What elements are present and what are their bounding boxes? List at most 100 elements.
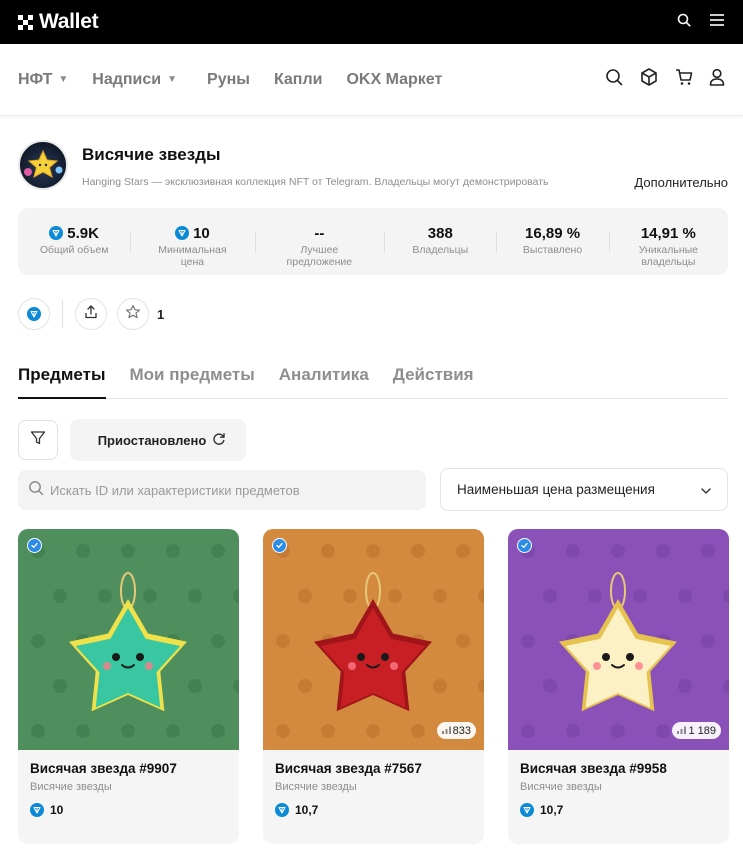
refresh-icon — [212, 432, 226, 449]
filter-icon — [30, 430, 46, 451]
nav-item-drops[interactable]: Капли — [274, 71, 323, 89]
tab-items[interactable]: Предметы — [18, 355, 106, 399]
wallet-brand[interactable]: Wallet — [18, 10, 99, 34]
item-card[interactable]: 833 Висячая звезда #7567 Висячие звезды … — [263, 529, 484, 844]
collection-avatar — [18, 140, 68, 190]
signal-bars-icon — [677, 725, 687, 737]
nav-item-okx-market[interactable]: OKX Маркет — [346, 71, 442, 89]
tab-analytics[interactable]: Аналитика — [279, 355, 369, 398]
item-collection: Висячие звезды — [30, 781, 112, 793]
ton-link-button[interactable] — [18, 298, 50, 330]
star-icon — [125, 304, 141, 325]
nav-item-inscriptions[interactable]: Надписи ▼ — [92, 71, 177, 89]
more-link[interactable]: Дополнительно — [634, 175, 728, 190]
sort-select[interactable]: Наименьшая цена размещения — [440, 468, 728, 511]
stat-owners: 388 Владельцы — [384, 224, 496, 256]
stat-label: Владельцы — [412, 244, 469, 256]
stat-label: Уникальные владельцы — [638, 244, 699, 268]
item-title: Висячая звезда #9958 — [520, 761, 667, 776]
caret-down-icon: ▼ — [167, 74, 178, 85]
rarity-badge: 833 — [436, 722, 476, 739]
chevron-down-icon — [701, 482, 711, 497]
cube-icon[interactable] — [639, 67, 659, 92]
item-card[interactable]: Висячая звезда #9907 Висячие звезды 10 — [18, 529, 239, 844]
item-image — [18, 529, 239, 750]
share-button[interactable] — [75, 298, 107, 330]
stat-value: 388 — [427, 224, 453, 242]
favorite-button[interactable] — [117, 298, 149, 330]
nav-label: OKX Маркет — [346, 70, 443, 88]
item-title: Висячая звезда #9907 — [30, 761, 177, 776]
search-icon[interactable] — [605, 68, 623, 91]
rarity-value: 833 — [452, 724, 471, 737]
rarity-badge: 1 189 — [672, 722, 721, 739]
nav-label: НФТ — [18, 70, 53, 88]
item-image — [508, 529, 729, 750]
verified-icon — [272, 538, 287, 553]
stat-value: -- — [314, 224, 325, 242]
favorite-count: 1 — [157, 306, 165, 322]
tab-activity[interactable]: Действия — [393, 355, 474, 398]
filter-button[interactable] — [18, 420, 58, 460]
menu-icon[interactable] — [709, 13, 725, 32]
divider — [62, 300, 63, 328]
stat-label: Общий объем — [39, 244, 109, 256]
item-collection: Висячие звезды — [275, 781, 357, 793]
verified-icon — [27, 538, 42, 553]
search-input[interactable] — [50, 482, 416, 498]
nav-label: Капли — [273, 70, 323, 88]
sort-label: Наименьшая цена размещения — [457, 482, 655, 497]
ton-icon — [175, 226, 190, 240]
ton-icon — [275, 803, 289, 817]
user-icon[interactable] — [709, 68, 725, 91]
main-nav: НФТ ▼ Надписи ▼ Руны Капли OKX Маркет — [0, 44, 743, 116]
verified-icon — [517, 538, 532, 553]
item-price: 10,7 — [275, 803, 318, 817]
ton-icon — [27, 307, 41, 321]
nav-item-nft[interactable]: НФТ ▼ — [18, 71, 68, 89]
item-search — [18, 470, 426, 510]
item-collection: Висячие звезды — [520, 781, 602, 793]
collection-title: Висячие звезды — [82, 145, 221, 164]
collection-tabs: Предметы Мои предметы Аналитика Действия — [18, 355, 728, 399]
stat-unique-owners: 14,91 % Уникальные владельцы — [608, 224, 728, 268]
stat-total-volume: 5.9K Общий объем — [18, 224, 130, 257]
price-value: 10,7 — [540, 803, 564, 817]
search-icon — [28, 480, 44, 501]
rarity-value: 1 189 — [688, 724, 716, 737]
search-icon[interactable] — [677, 13, 691, 32]
collection-description: Hanging Stars — эксклюзивная коллекция N… — [82, 176, 549, 188]
stat-value: 5.9K — [67, 224, 99, 242]
status-label: Приостановлено — [97, 432, 207, 448]
stat-label: Выставлено — [522, 244, 583, 256]
price-value: 10,7 — [295, 803, 319, 817]
nav-label: Надписи — [92, 70, 162, 88]
ton-icon — [520, 803, 534, 817]
brand-name: Wallet — [39, 10, 99, 33]
stat-value: 14,91 % — [640, 224, 696, 242]
status-filter-paused[interactable]: Приостановлено — [70, 419, 246, 461]
stat-best-offer: -- Лучшее предложение — [254, 224, 385, 268]
collection-actions: 1 — [18, 298, 164, 330]
nav-item-runes[interactable]: Руны — [207, 71, 250, 89]
stat-value: 10 — [193, 224, 210, 242]
item-image — [263, 529, 484, 750]
item-price: 10,7 — [520, 803, 563, 817]
stat-label: Минимальная цена — [158, 244, 227, 268]
stat-floor-price: 10 Минимальная цена — [130, 224, 254, 268]
wallet-logo-icon — [18, 14, 33, 30]
cart-icon[interactable] — [675, 68, 693, 91]
price-value: 10 — [50, 803, 64, 817]
item-title: Висячая звезда #7567 — [275, 761, 422, 776]
ton-icon — [30, 803, 44, 817]
stat-value: 16,89 % — [525, 224, 581, 242]
caret-down-icon: ▼ — [58, 74, 69, 85]
signal-bars-icon — [441, 725, 451, 737]
tab-my-items[interactable]: Мои предметы — [130, 355, 255, 398]
item-price: 10 — [30, 803, 63, 817]
stat-label: Лучшее предложение — [286, 244, 353, 268]
stat-listed: 16,89 % Выставлено — [496, 224, 608, 256]
ton-icon — [49, 226, 64, 240]
item-card[interactable]: 1 189 Висячая звезда #9958 Висячие звезд… — [508, 529, 729, 844]
share-icon — [84, 304, 98, 324]
